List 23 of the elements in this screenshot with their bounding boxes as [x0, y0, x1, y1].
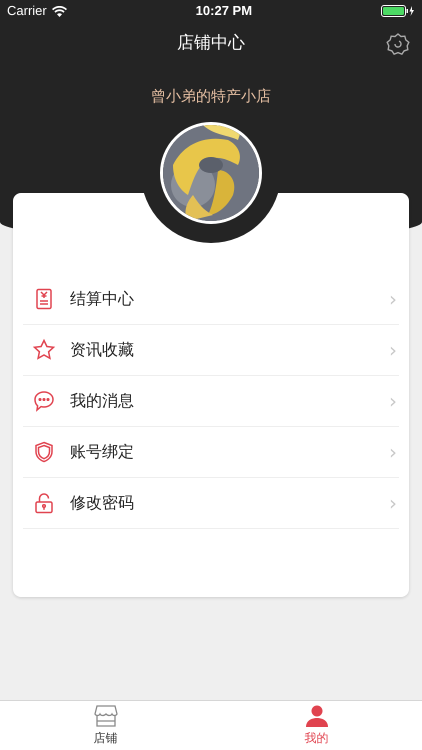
menu-item[interactable]: 账号绑定 › — [23, 427, 399, 478]
menu-item[interactable]: 我的消息 › — [23, 376, 399, 427]
chevron-icon: › — [389, 289, 397, 309]
carrier-label: Carrier — [7, 2, 47, 20]
chevron-icon: › — [389, 442, 397, 462]
tab-item[interactable]: 店铺 — [0, 701, 211, 750]
wifi-icon — [52, 6, 67, 16]
page-title: 店铺中心 — [177, 32, 245, 56]
chat-bubble-icon — [32, 389, 56, 413]
chevron-icon: › — [389, 340, 397, 360]
chevron-icon: › — [389, 493, 397, 513]
star-icon — [32, 338, 56, 362]
chevron-icon: › — [389, 391, 397, 411]
shop-name: 曾小弟的特产小店 — [151, 86, 271, 107]
settings-button[interactable] — [386, 32, 410, 56]
status-time: 10:27 PM — [196, 2, 252, 20]
battery-icon — [380, 5, 415, 17]
person-icon — [304, 704, 330, 728]
store-icon — [92, 704, 118, 728]
tab-item[interactable]: 我的 — [211, 701, 422, 750]
menu-item[interactable]: 修改密码 › — [23, 478, 399, 529]
menu-item[interactable]: 结算中心 › — [23, 274, 399, 325]
menu-item[interactable]: 资讯收藏 › — [23, 325, 399, 376]
